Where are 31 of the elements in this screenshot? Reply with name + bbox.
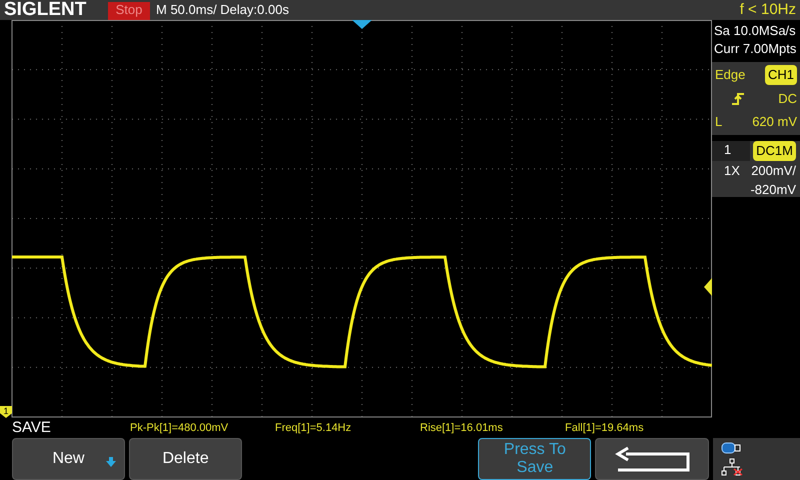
new-button[interactable]: New xyxy=(12,438,126,480)
run-status: Stop xyxy=(108,2,150,20)
trigger-type: Edge xyxy=(715,66,746,84)
timebase-readout: M 50.0ms/ Delay:0.00s xyxy=(155,1,289,19)
probe-ratio: 1X xyxy=(724,162,740,180)
measurement-readout: Fall[1]=19.64ms xyxy=(565,421,645,436)
channel-tab[interactable]: 1 xyxy=(712,141,750,160)
memory-depth: Curr 7.00Mpts xyxy=(714,40,798,58)
trigger-coupling: DC xyxy=(778,90,797,108)
softkey-button[interactable]: Delete xyxy=(129,438,242,480)
measurement-readout: Pk-Pk[1]=480.00mV xyxy=(130,421,230,436)
menu-title: SAVE xyxy=(11,418,52,438)
trigger-level: 620 mV xyxy=(752,113,797,131)
brand-logo: SIGLENT xyxy=(3,0,88,20)
trigger-source: CH1 xyxy=(764,65,797,84)
network-disconnected-icon xyxy=(720,458,743,476)
back-button[interactable] xyxy=(595,438,709,480)
channel-coupling: DC1M xyxy=(753,141,796,160)
usb-drive-icon xyxy=(720,441,741,455)
down-arrow-icon xyxy=(106,457,116,467)
measurement-readout: Freq[1]=5.14Hz xyxy=(275,421,352,436)
softkey-button[interactable]: Press To Save xyxy=(478,438,592,480)
vertical-scale: 200mV/ xyxy=(751,162,796,180)
channel-marker[interactable]: 1 xyxy=(0,406,12,418)
sample-rate: Sa 10.0MSa/s xyxy=(714,22,797,40)
level-label: L xyxy=(715,113,722,131)
trigger-frequency: f < 10Hz xyxy=(740,0,797,20)
back-arrow-icon xyxy=(614,446,690,472)
trigger-level-marker[interactable] xyxy=(704,278,712,296)
measurement-readout: Rise[1]=16.01ms xyxy=(420,421,504,436)
channel-offset: -820mV xyxy=(749,181,797,199)
